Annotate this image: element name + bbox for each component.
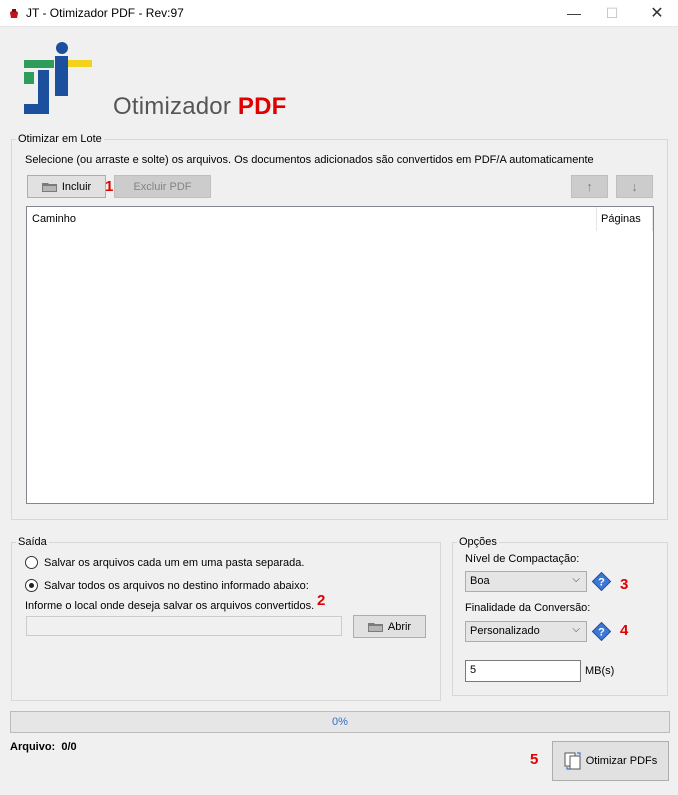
- help-icon[interactable]: ?: [592, 572, 611, 591]
- destination-prompt: Informe o local onde deseja salvar os ar…: [25, 600, 315, 612]
- purpose-value: Personalizado: [470, 625, 540, 637]
- column-header-path[interactable]: Caminho: [32, 213, 76, 225]
- column-separator-end: [652, 207, 653, 231]
- window-title: JT - Otimizador PDF - Rev:97: [26, 6, 184, 20]
- folder-icon: [367, 622, 383, 632]
- radio-separate-folder[interactable]: Salvar os arquivos cada um em uma pasta …: [25, 556, 304, 569]
- marker-2: 2: [317, 592, 326, 609]
- optimize-pdfs-button[interactable]: Otimizar PDFs: [552, 741, 669, 781]
- optimize-icon: [564, 752, 581, 770]
- maximize-button[interactable]: ☐: [589, 0, 635, 27]
- output-group-label: Saída: [16, 536, 49, 548]
- chevron-down-icon: ⌵: [572, 624, 580, 635]
- file-list[interactable]: Caminho Páginas: [26, 206, 654, 504]
- optimize-pdfs-label: Otimizar PDFs: [585, 755, 658, 767]
- column-header-pages[interactable]: Páginas: [601, 213, 641, 225]
- compression-value: Boa: [470, 575, 490, 587]
- compression-label: Nível de Compactação:: [465, 553, 580, 565]
- radio-destination-indicator[interactable]: [25, 579, 38, 592]
- app-title-accent: PDF: [237, 93, 287, 120]
- options-group-label: Opções: [457, 536, 499, 548]
- progress-text: 0%: [332, 716, 348, 728]
- open-label: Abrir: [387, 620, 412, 633]
- include-button[interactable]: Incluir: [27, 175, 106, 198]
- radio-destination-label: Salvar todos os arquivos no destino info…: [44, 579, 309, 592]
- destination-path-input[interactable]: [26, 616, 342, 636]
- compression-select[interactable]: Boa ⌵: [465, 571, 587, 592]
- help-icon[interactable]: ?: [592, 622, 611, 641]
- file-status: Arquivo: 0/0: [10, 741, 77, 753]
- include-label: Incluir: [61, 180, 92, 193]
- svg-text:?: ?: [598, 627, 605, 639]
- open-button[interactable]: Abrir: [353, 615, 426, 638]
- batch-group-label: Otimizar em Lote: [16, 133, 104, 145]
- chevron-down-icon: ⌵: [572, 574, 580, 585]
- radio-separate-label: Salvar os arquivos cada um em uma pasta …: [44, 556, 305, 569]
- file-list-header: Caminho Páginas: [27, 207, 653, 231]
- app-icon: [10, 9, 18, 18]
- file-status-label: Arquivo:: [10, 741, 56, 753]
- radio-separate-indicator[interactable]: [25, 556, 38, 569]
- marker-4: 4: [620, 622, 629, 639]
- remove-pdf-button[interactable]: Excluir PDF: [114, 175, 211, 198]
- purpose-label: Finalidade da Conversão:: [465, 602, 591, 614]
- svg-text:?: ?: [598, 577, 605, 589]
- move-up-button[interactable]: ↑: [571, 175, 608, 198]
- jt-logo: [24, 42, 92, 114]
- batch-instructions: Selecione (ou arraste e solte) os arquiv…: [25, 154, 594, 166]
- app-title-main: Otimizador: [113, 93, 232, 120]
- title-bar: JT - Otimizador PDF - Rev:97 — ☐ ✕: [0, 0, 678, 27]
- move-down-button[interactable]: ↓: [616, 175, 653, 198]
- marker-5: 5: [530, 751, 539, 768]
- size-input[interactable]: 5: [465, 660, 581, 682]
- marker-3: 3: [620, 576, 629, 593]
- purpose-select[interactable]: Personalizado ⌵: [465, 621, 587, 642]
- marker-1: 1: [105, 178, 114, 195]
- size-unit-label: MB(s): [585, 665, 615, 677]
- arrow-down-icon: ↓: [631, 179, 638, 194]
- close-button[interactable]: ✕: [634, 0, 678, 27]
- folder-icon: [41, 182, 57, 192]
- arrow-up-icon: ↑: [586, 179, 593, 194]
- file-status-count: 0/0: [61, 741, 77, 753]
- progress-bar: 0%: [10, 711, 670, 733]
- remove-pdf-label: Excluir PDF: [133, 180, 192, 193]
- column-separator[interactable]: [596, 207, 597, 231]
- app-title: Otimizador PDF: [113, 93, 287, 121]
- radio-destination[interactable]: Salvar todos os arquivos no destino info…: [25, 579, 309, 592]
